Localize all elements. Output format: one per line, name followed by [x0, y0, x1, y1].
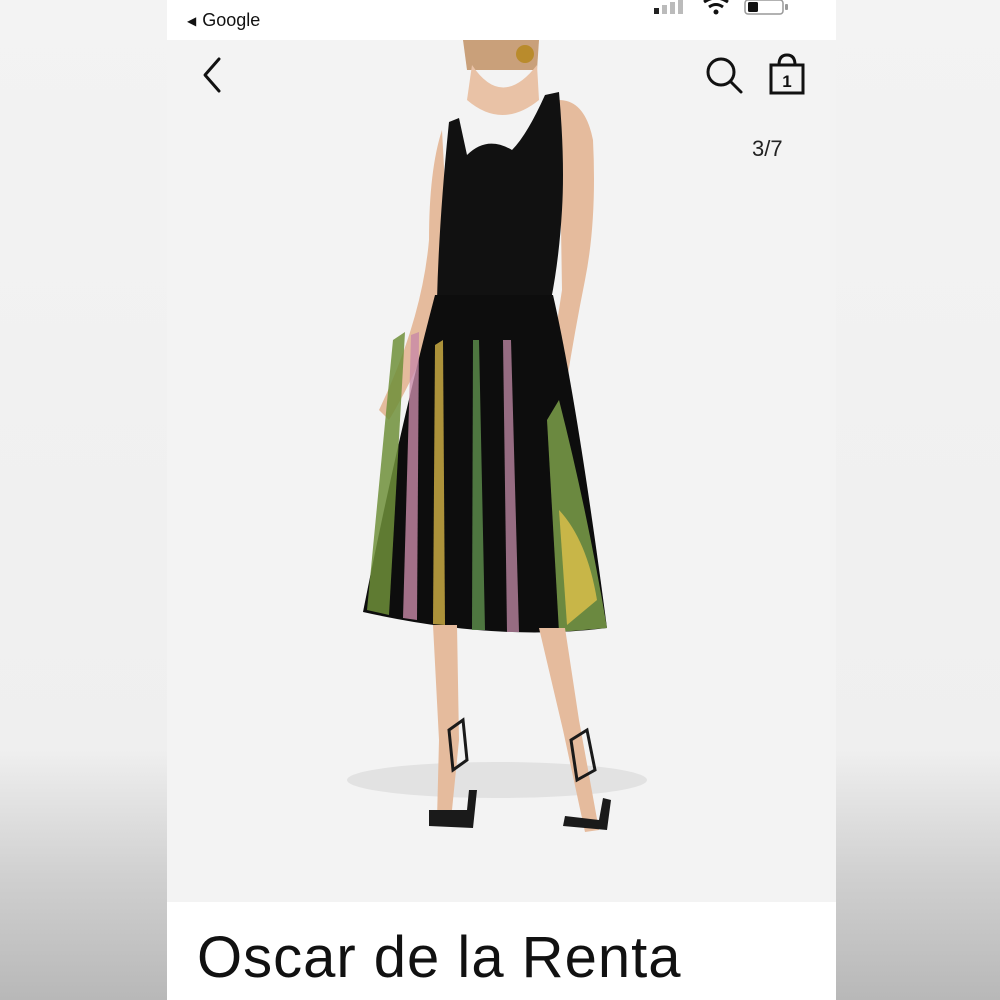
battery-icon	[744, 0, 788, 15]
back-triangle-icon: ◀	[187, 13, 197, 28]
back-chevron-icon[interactable]	[197, 55, 227, 95]
brand-name[interactable]: Oscar de la Renta	[197, 924, 681, 991]
wifi-icon	[703, 0, 729, 15]
product-photo	[347, 40, 647, 832]
shopping-bag-icon: 1	[769, 53, 805, 95]
back-app-label: Google	[202, 10, 261, 30]
background-blur-right	[836, 0, 1000, 1000]
phone-screen: ◀ Google 1 3/7 Oscar de la Renta	[167, 0, 836, 1000]
search-icon[interactable]	[704, 55, 744, 95]
status-icons	[654, 0, 790, 16]
shopping-bag-button[interactable]: 1	[767, 53, 807, 97]
signal-icon	[654, 0, 683, 14]
image-counter: 3/7	[752, 136, 783, 161]
bag-count: 1	[782, 72, 791, 91]
back-to-google-link[interactable]: ◀ Google	[187, 10, 260, 31]
brand-bar: Oscar de la Renta	[167, 902, 836, 1000]
background-blur-left	[0, 0, 167, 1000]
status-bar: ◀ Google	[167, 0, 836, 40]
